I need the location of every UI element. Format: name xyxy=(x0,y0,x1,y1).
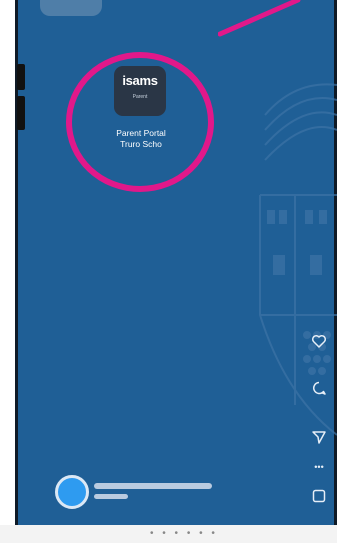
app-label[interactable]: Parent Portal Truro Scho xyxy=(96,128,186,150)
app-label-line1: Parent Portal xyxy=(116,128,166,138)
bottom-bar: • • • • • • xyxy=(0,525,337,543)
isams-app-icon[interactable]: isams Parent xyxy=(114,66,166,116)
heart-icon[interactable] xyxy=(311,333,327,349)
app-label-line2: Truro Scho xyxy=(120,139,162,149)
volume-up-button xyxy=(17,64,25,90)
caption-placeholder xyxy=(94,494,128,499)
school-crest-watermark xyxy=(259,83,337,436)
more-icon[interactable]: ••• xyxy=(311,462,327,472)
volume-down-button xyxy=(17,96,25,130)
comment-icon[interactable] xyxy=(311,380,327,396)
annotation-arrow xyxy=(218,0,301,37)
avatar[interactable] xyxy=(55,475,89,509)
status-pill xyxy=(40,0,102,16)
save-icon[interactable] xyxy=(311,488,327,504)
username-placeholder xyxy=(94,483,212,489)
send-icon[interactable] xyxy=(311,429,327,445)
page-indicator: • • • • • • xyxy=(150,528,218,539)
app-icon-sub: Parent xyxy=(132,94,148,100)
app-icon-name: isams xyxy=(122,73,158,88)
